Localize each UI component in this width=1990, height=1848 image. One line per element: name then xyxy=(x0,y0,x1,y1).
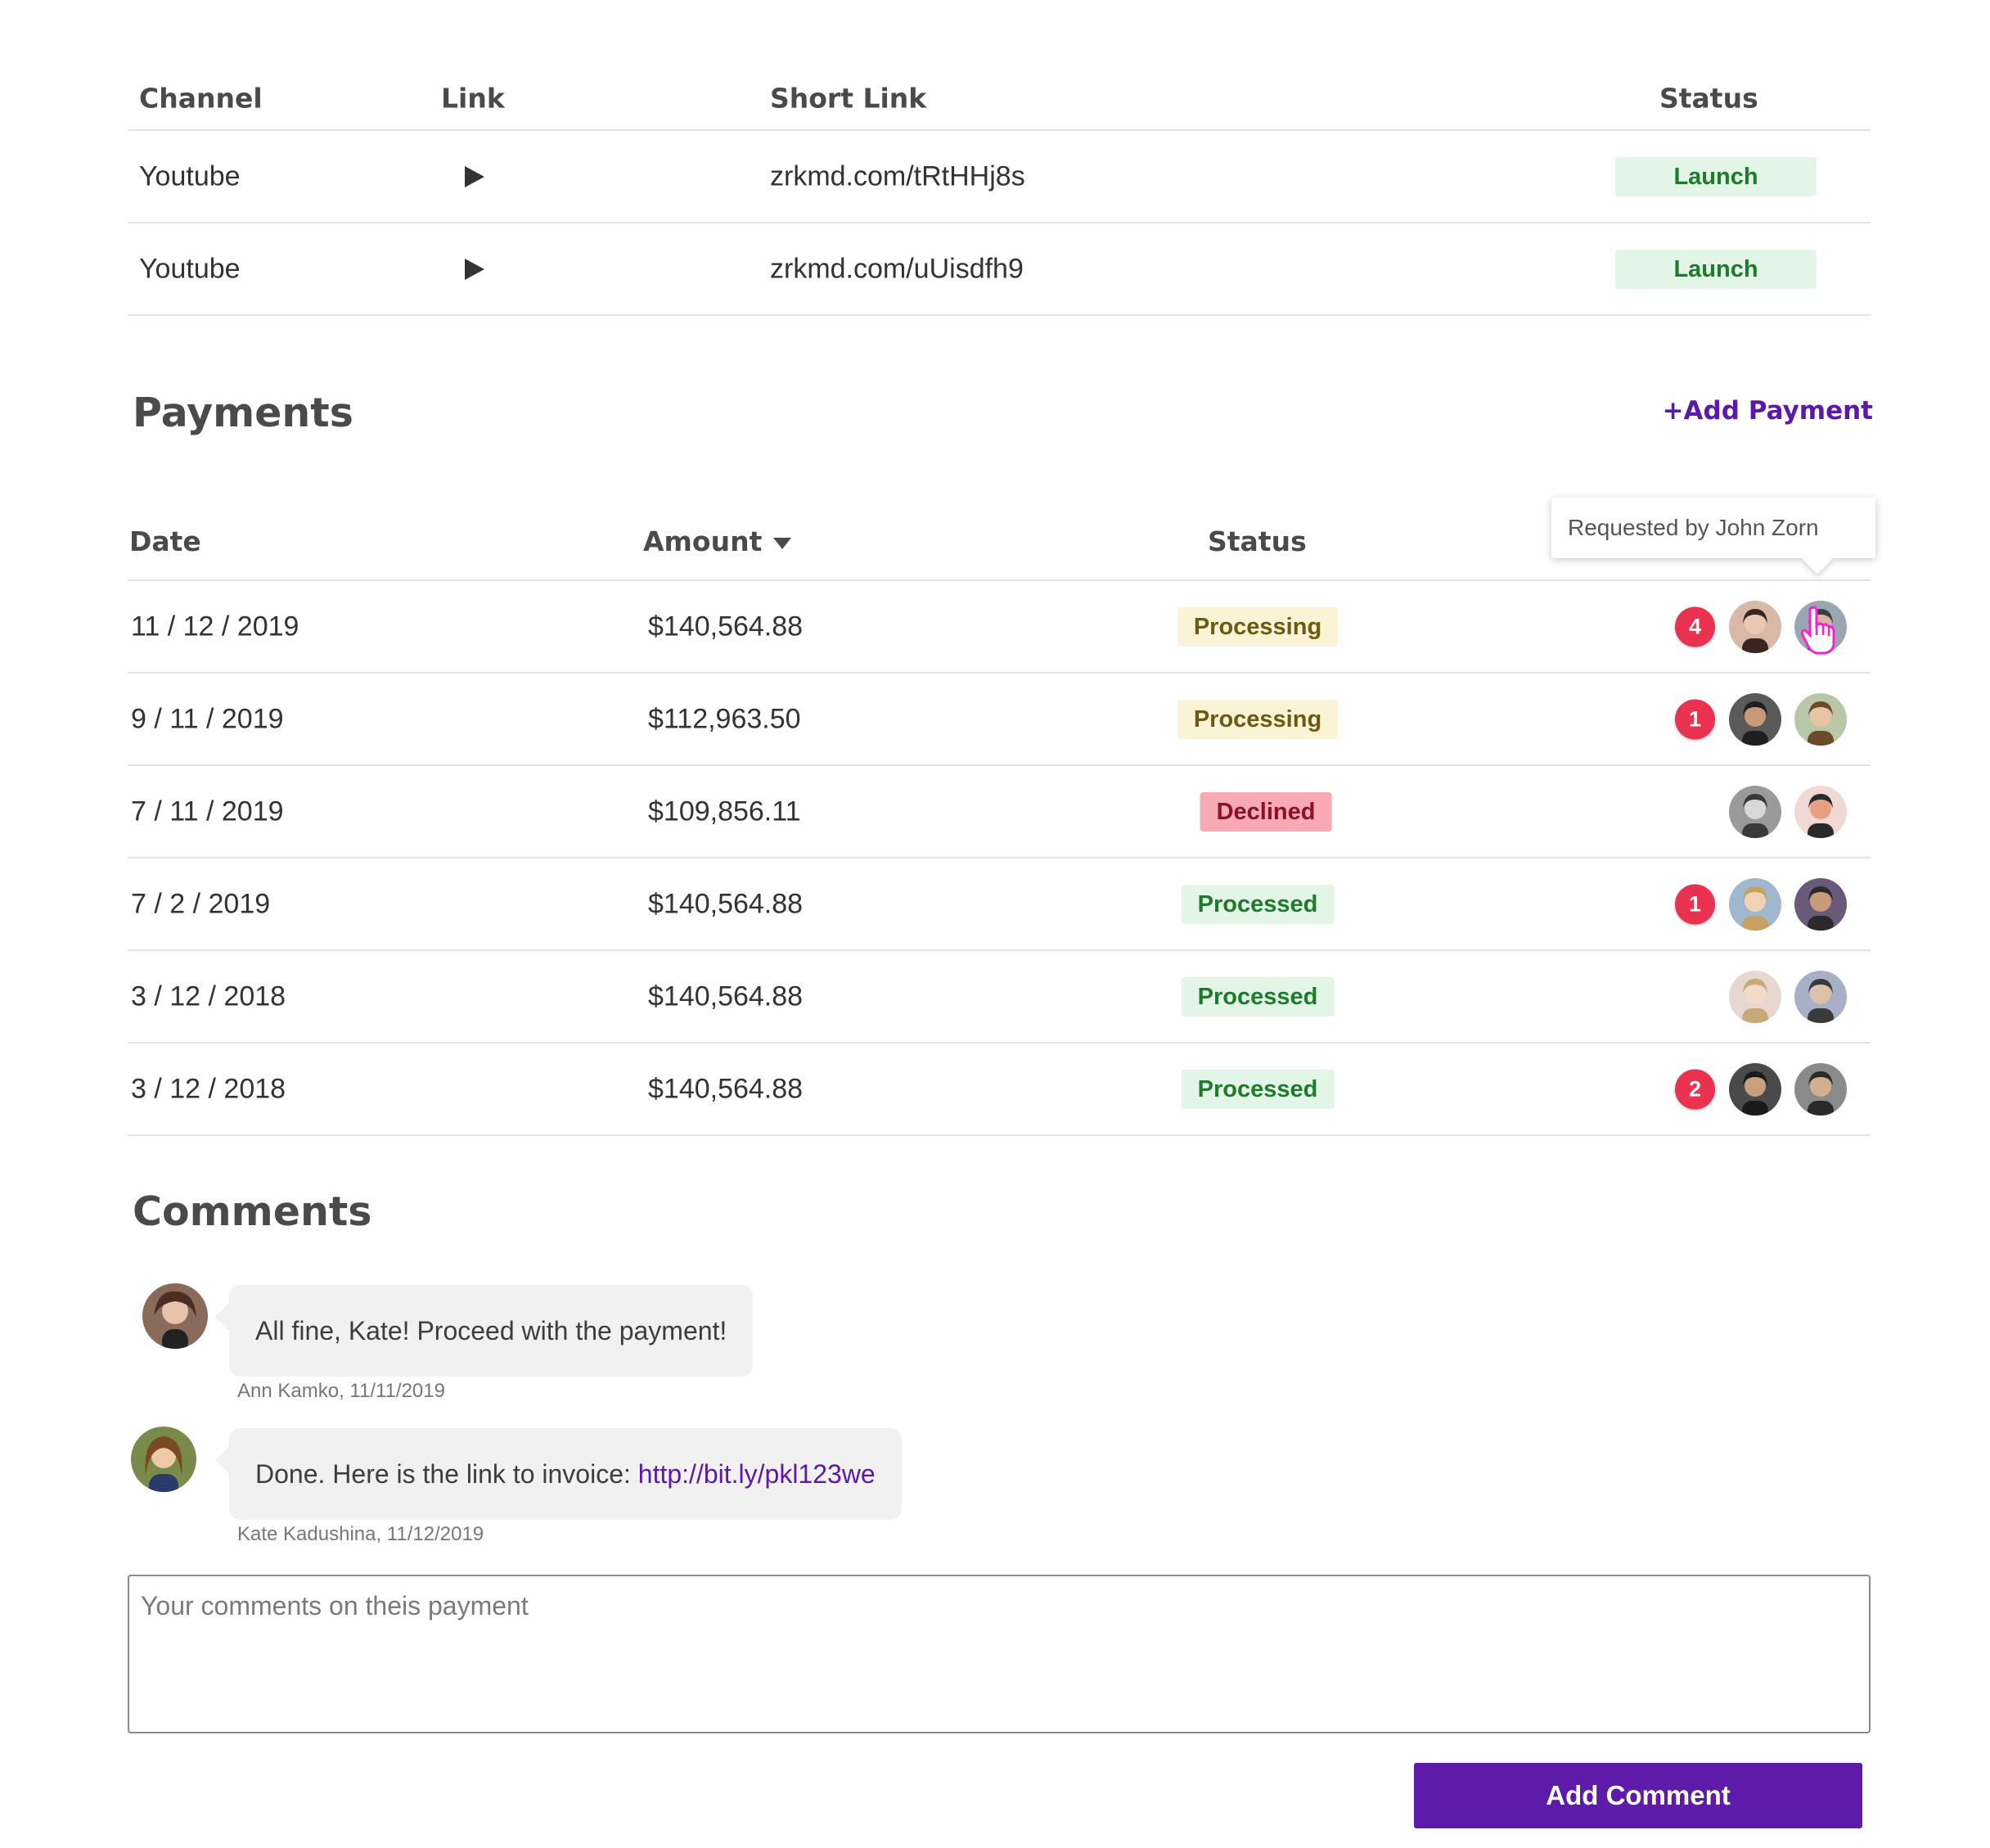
payment-amount: $140,564.88 xyxy=(648,888,804,919)
comment-count-badge[interactable]: 4 xyxy=(1675,606,1715,647)
avatar[interactable] xyxy=(1729,1062,1781,1116)
page: Channel Link Short Link Status Youtube z… xyxy=(128,0,1875,1828)
payment-row[interactable]: 11 / 12 / 2019 $140,564.88 Processing 4 xyxy=(128,581,1871,674)
payment-row[interactable]: 3 / 12 / 2018 $140,564.88 Processed 2 xyxy=(128,1043,1871,1136)
invoice-link[interactable]: http://bit.ly/pkl123we xyxy=(638,1459,876,1489)
comment-bubble: All fine, Kate! Proceed with the payment… xyxy=(229,1285,754,1377)
payment-row[interactable]: 3 / 12 / 2018 $140,564.88 Processed xyxy=(128,951,1871,1043)
status-badge: Processed xyxy=(1181,884,1335,924)
payment-row[interactable]: 9 / 11 / 2019 $112,963.50 Processing 1 xyxy=(128,674,1871,766)
payment-amount: $112,963.50 xyxy=(648,703,801,734)
payment-row[interactable]: 7 / 2 / 2019 $140,564.88 Processed 1 xyxy=(128,859,1871,951)
add-comment-button[interactable]: Add Comment xyxy=(1414,1763,1862,1828)
payment-date: 7 / 2 / 2019 xyxy=(131,888,271,919)
status-badge: Processed xyxy=(1181,1069,1335,1109)
payment-row[interactable]: 7 / 11 / 2019 $109,856.11 Declined xyxy=(128,766,1871,859)
payment-amount: $109,856.11 xyxy=(648,796,801,827)
header-link: Link xyxy=(441,82,505,115)
launch-button[interactable]: Launch xyxy=(1615,156,1817,196)
status-badge: Processed xyxy=(1181,976,1335,1016)
payment-amount: $140,564.88 xyxy=(648,980,804,1012)
channel-name: Youtube xyxy=(139,253,241,284)
channels-table-header: Channel Link Short Link Status xyxy=(128,0,1871,131)
comment-input[interactable] xyxy=(128,1575,1871,1733)
comment-count-badge[interactable]: 1 xyxy=(1675,699,1715,739)
short-link[interactable]: zrkmd.com/uUisdfh9 xyxy=(770,253,1024,285)
tooltip-text: Requested by John Zorn xyxy=(1568,515,1819,540)
avatar[interactable] xyxy=(1794,877,1847,931)
comment-meta: Ann Kamko, 11/11/2019 xyxy=(237,1380,445,1402)
header-amount[interactable]: Amount xyxy=(643,525,792,557)
comment-count-badge[interactable]: 1 xyxy=(1675,884,1715,924)
avatar xyxy=(131,1427,196,1492)
comment-bubble: Done. Here is the link to invoice: http:… xyxy=(229,1428,902,1520)
header-status: Status xyxy=(1208,525,1307,557)
status-badge: Processing xyxy=(1177,606,1339,647)
header-date: Date xyxy=(129,525,201,557)
payment-date: 3 / 12 / 2018 xyxy=(131,980,286,1012)
header-channel: Channel xyxy=(139,82,263,115)
payment-amount: $140,564.88 xyxy=(648,611,804,642)
header-amount-label: Amount xyxy=(643,525,763,557)
payment-amount: $140,564.88 xyxy=(648,1073,804,1104)
payment-date: 7 / 11 / 2019 xyxy=(131,796,284,827)
header-short-link: Short Link xyxy=(770,82,927,115)
avatar[interactable] xyxy=(1729,785,1781,838)
add-payment-link[interactable]: +Add Payment xyxy=(1663,396,1873,426)
avatar xyxy=(142,1283,208,1349)
avatar[interactable] xyxy=(1794,692,1847,746)
avatar[interactable] xyxy=(1729,970,1781,1023)
comment-count-badge[interactable]: 2 xyxy=(1675,1069,1715,1109)
play-icon[interactable] xyxy=(465,165,484,187)
channel-row: Youtube zrkmd.com/uUisdfh9 Launch xyxy=(128,223,1871,316)
avatar[interactable] xyxy=(1794,785,1847,838)
avatar[interactable] xyxy=(1729,877,1781,931)
channel-name: Youtube xyxy=(139,160,241,192)
channel-row: Youtube zrkmd.com/tRtHHj8s Launch xyxy=(128,131,1871,223)
requester-tooltip: Requested by John Zorn xyxy=(1551,498,1875,558)
payment-date: 11 / 12 / 2019 xyxy=(131,611,299,642)
avatar[interactable] xyxy=(1729,600,1781,653)
comment-meta: Kate Kadushina, 11/12/2019 xyxy=(237,1523,484,1545)
comments-title: Comments xyxy=(133,1188,372,1235)
payment-date: 9 / 11 / 2019 xyxy=(131,703,284,734)
avatar[interactable] xyxy=(1794,1062,1847,1116)
short-link[interactable]: zrkmd.com/tRtHHj8s xyxy=(770,160,1025,192)
payment-date: 3 / 12 / 2018 xyxy=(131,1073,286,1104)
hand-cursor-icon xyxy=(1800,606,1835,655)
sort-down-icon[interactable] xyxy=(773,537,792,549)
payments-title: Payments xyxy=(133,390,353,436)
avatar[interactable] xyxy=(1794,970,1847,1023)
avatar[interactable] xyxy=(1729,692,1781,746)
status-badge: Declined xyxy=(1200,791,1332,832)
header-status: Status xyxy=(1659,82,1758,115)
payments-header: Payments +Add Payment xyxy=(128,380,1873,494)
play-icon[interactable] xyxy=(465,258,484,280)
comment-text: Done. Here is the link to invoice: xyxy=(255,1459,638,1489)
comment-text: All fine, Kate! Proceed with the payment… xyxy=(255,1316,727,1345)
status-badge: Processing xyxy=(1177,699,1339,739)
launch-button[interactable]: Launch xyxy=(1615,249,1817,289)
